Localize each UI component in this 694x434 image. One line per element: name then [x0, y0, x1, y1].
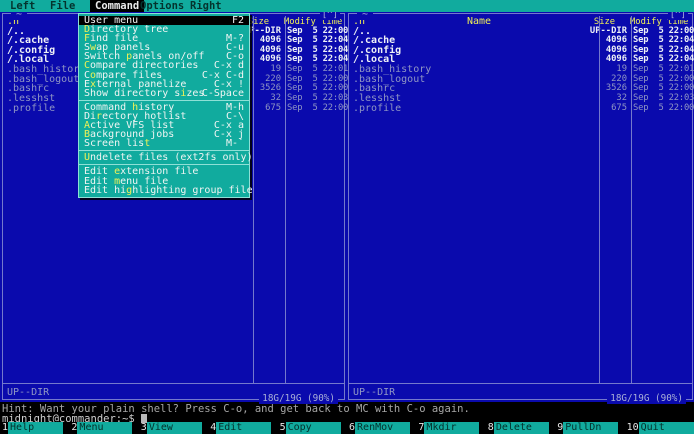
fkey-edit[interactable]: 4 Edit [210, 422, 272, 434]
fkey-label: Delete [493, 422, 549, 434]
fkey-help[interactable]: 1 Help [2, 422, 64, 434]
menu-item-label: Edit hi [84, 184, 127, 196]
menu-item-label: hlighting group file [132, 184, 253, 196]
menu-bar: Left File Command Options Right [0, 0, 694, 12]
mini-status: UP--DIR [7, 387, 50, 398]
fkey-label: RenMov [355, 422, 411, 434]
menu-item-shortcut: F2 [231, 15, 244, 26]
menu-item-undelete-files-ext2fs-only[interactable]: Undelete files (ext2fs only) [79, 153, 253, 163]
file-size: 675 [611, 102, 627, 113]
right-panel: ~ [^] .n Name Size Modify time/.. UP--DIR Sep 5… [348, 10, 694, 404]
terminal-bottom-area: Hint: Want your plain shell? Press C-o, … [0, 402, 694, 434]
menu-item-edit-highlighting-group-file[interactable]: Edit highlighting group file [79, 184, 253, 196]
fkey-label: Edit [216, 422, 272, 434]
free-space-indicator: 18G/19G (90%) [259, 394, 338, 404]
fkey-label: Help [8, 422, 64, 434]
file-name: .profile [353, 102, 402, 114]
fkey-label: Quit [638, 422, 694, 434]
menu-file[interactable]: File [50, 0, 75, 12]
command-menu-dropdown: User menu F2 Directory tree Find file M-? Swa… [78, 13, 253, 198]
menu-item-show-directory-sizes[interactable]: Show directory sizes C-Space [79, 87, 249, 99]
column-separator [599, 16, 600, 383]
fkey-delete[interactable]: 8 Delete [488, 422, 549, 434]
menu-item-screen-list[interactable]: Screen list M-` [79, 138, 249, 150]
fkey-label: Mkdir [424, 422, 480, 434]
column-separator [631, 16, 632, 383]
free-space-indicator: 18G/19G (90%) [607, 394, 686, 404]
fkey-label: PullDn [563, 422, 619, 434]
fkey-view[interactable]: 3 View [141, 422, 202, 434]
function-key-bar: 1 Help 2 Menu 3 View 4 Edit 5 Copy 6 RenMov 7 Mkdir 8 D… [0, 422, 694, 434]
fkey-copy[interactable]: 5 Copy [280, 422, 341, 434]
file-mtime: Sep 5 22:00 [633, 102, 694, 113]
file-row[interactable]: .profile 675 Sep 5 22:00 [349, 102, 694, 114]
menu-item-shortcut: M-` [225, 138, 244, 150]
column-header-name[interactable]: Name [369, 17, 589, 27]
file-mtime: Sep 5 22:00 [287, 102, 349, 113]
fkey-number: 10 [626, 422, 639, 433]
ministatus-separator [349, 383, 692, 384]
fkey-label: View [146, 422, 202, 434]
fkey-menu[interactable]: 2 Menu [71, 422, 133, 434]
menu-item-shortcut: C-Space [201, 87, 244, 99]
menu-options[interactable]: Options [140, 0, 184, 12]
ministatus-separator [3, 383, 344, 384]
file-name: .profile [7, 102, 56, 114]
menu-right[interactable]: Right [190, 0, 222, 12]
fkey-pulldn[interactable]: 9 PullDn [557, 422, 619, 434]
column-separator [253, 16, 254, 383]
mini-status: UP--DIR [353, 387, 396, 398]
fkey-renmov[interactable]: 6 RenMov [349, 422, 411, 434]
fkey-label: Menu [77, 422, 133, 434]
fkey-quit[interactable]: 10 Quit [627, 422, 694, 434]
column-separator [285, 16, 286, 383]
fkey-label: Copy [285, 422, 341, 434]
fkey-mkdir[interactable]: 7 Mkdir [418, 422, 480, 434]
menu-command[interactable]: Command [90, 0, 145, 12]
mc-terminal-screen: Left File CommandOptions Right ~[^].nNameSi… [0, 0, 694, 434]
menu-left[interactable]: Left [10, 0, 35, 12]
